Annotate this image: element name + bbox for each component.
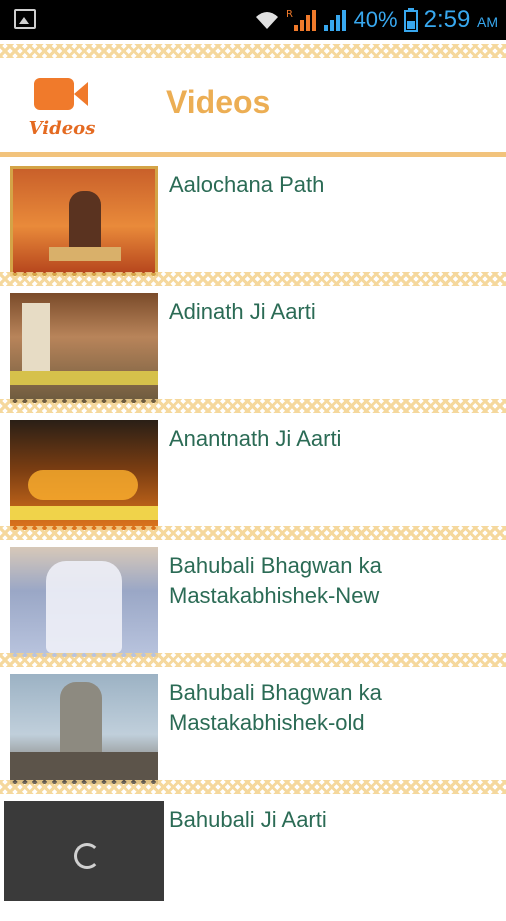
statue-shape <box>46 561 122 653</box>
video-item[interactable]: Anantnath Ji Aarti <box>0 412 506 540</box>
aarti-flame-shape <box>28 470 138 500</box>
header-divider <box>0 152 506 157</box>
videos-icon-label: Videos <box>28 118 96 139</box>
battery-icon <box>403 8 418 32</box>
video-thumbnail[interactable] <box>10 547 158 657</box>
video-item[interactable]: Bahubali Bhagwan ka Mastakabhishek-old <box>0 666 506 794</box>
row-divider <box>0 526 506 540</box>
row-divider <box>0 272 506 286</box>
video-thumbnail[interactable] <box>10 674 158 784</box>
video-thumbnail[interactable] <box>10 166 158 276</box>
app-header: Videos Videos <box>0 40 506 158</box>
status-indicators: R 40% 2:59 AM <box>254 0 498 40</box>
idol-base-shape <box>49 247 121 261</box>
row-divider <box>0 399 506 413</box>
video-item[interactable]: Adinath Ji Aarti <box>0 285 506 413</box>
idol-shape <box>69 191 101 251</box>
row-divider <box>0 780 506 794</box>
video-item[interactable]: Bahubali Bhagwan ka Mastakabhishek-New <box>0 539 506 667</box>
video-item[interactable]: Bahubali Ji Aarti <box>0 793 506 921</box>
wall-shape <box>10 752 158 782</box>
battery-percent: 40% <box>353 7 398 32</box>
video-camera-icon <box>34 78 74 110</box>
clock: 2:59 AM <box>423 6 498 33</box>
video-title[interactable]: Anantnath Ji Aarti <box>169 424 499 454</box>
image-notification-icon <box>14 9 36 29</box>
video-title[interactable]: Bahubali Bhagwan ka Mastakabhishek-New <box>169 551 499 611</box>
status-bar: R 40% 2:59 AM <box>0 0 506 40</box>
video-list: Aalochana Path Adinath Ji Aarti Anantnat… <box>0 158 506 901</box>
cellular-signal-icon <box>323 10 346 31</box>
svg-text:R: R <box>286 9 293 20</box>
row-divider <box>0 653 506 667</box>
video-title[interactable]: Bahubali Ji Aarti <box>169 805 499 835</box>
videos-nav-button[interactable]: Videos <box>26 74 98 150</box>
video-item[interactable]: Aalochana Path <box>0 158 506 286</box>
video-thumbnail[interactable] <box>10 420 158 530</box>
video-thumbnail-loading[interactable] <box>4 801 164 901</box>
video-title[interactable]: Bahubali Bhagwan ka Mastakabhishek-old <box>169 678 499 738</box>
video-thumbnail[interactable] <box>10 293 158 403</box>
wifi-icon <box>255 12 278 29</box>
page-title: Videos <box>166 84 271 120</box>
cellular-signal-roaming-icon: R <box>286 9 316 31</box>
caption-banner-shape <box>10 506 158 520</box>
decorative-border <box>0 44 506 58</box>
video-title[interactable]: Aalochana Path <box>169 170 499 200</box>
video-title[interactable]: Adinath Ji Aarti <box>169 297 499 327</box>
video-camera-lens-icon <box>74 82 88 106</box>
loading-spinner-icon <box>74 843 100 869</box>
caption-banner-shape <box>10 371 158 385</box>
